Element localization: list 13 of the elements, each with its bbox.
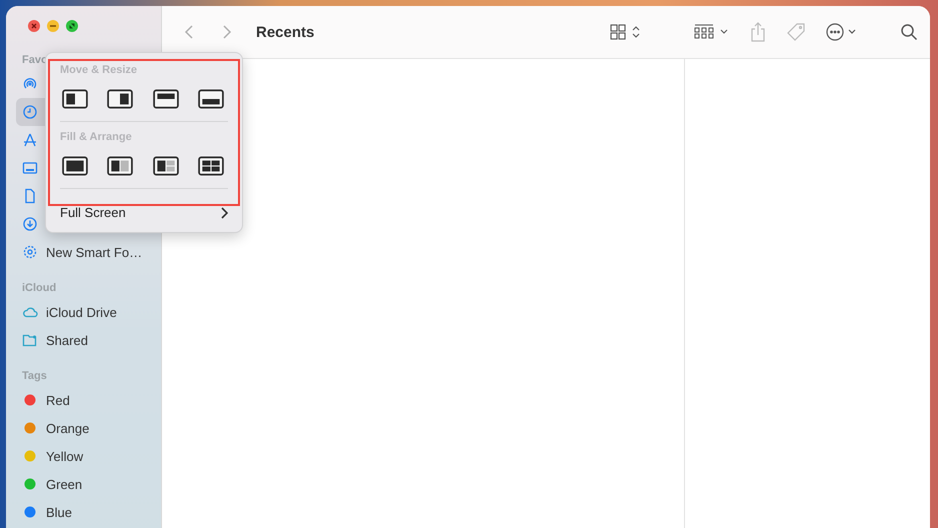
item-label: Orange bbox=[46, 420, 90, 436]
section-heading: iCloud bbox=[21, 281, 58, 296]
item-label: Blue bbox=[46, 504, 72, 520]
section-heading: Tags bbox=[21, 369, 48, 384]
window-title: Recents bbox=[256, 24, 314, 40]
item-label: Red bbox=[46, 392, 70, 408]
item-label: Shared bbox=[46, 332, 88, 348]
item-label: New Smart Fo… bbox=[46, 244, 142, 260]
item-label: Green bbox=[46, 476, 82, 492]
item-label: iCloud Drive bbox=[46, 304, 117, 320]
menu-heading: Move & Resize bbox=[59, 63, 138, 78]
menu-heading: Fill & Arrange bbox=[59, 130, 133, 145]
item-label: Yellow bbox=[46, 448, 84, 464]
